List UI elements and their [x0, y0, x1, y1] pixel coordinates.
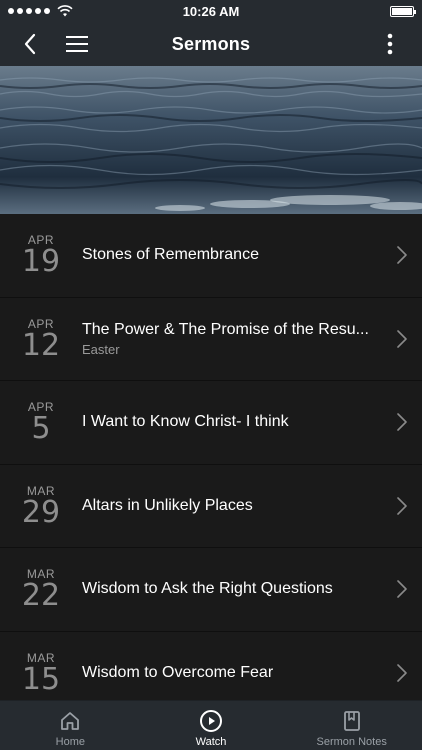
sermon-row[interactable]: MAR 15 Wisdom to Overcome Fear: [0, 631, 422, 700]
tab-home-label: Home: [55, 736, 85, 748]
sermon-day: 15: [21, 661, 61, 697]
sermon-info: Wisdom to Overcome Fear: [82, 663, 422, 683]
menu-button[interactable]: [55, 22, 99, 66]
sermon-day: 19: [21, 244, 61, 280]
sermon-day: 22: [21, 578, 61, 614]
wifi-icon: [57, 5, 73, 17]
sermon-title: Altars in Unlikely Places: [82, 496, 253, 514]
more-options-button[interactable]: [368, 22, 412, 66]
sermon-row[interactable]: APR 19 Stones of Remembrance: [0, 214, 422, 298]
sermon-info: Wisdom to Ask the Right Questions: [82, 579, 422, 599]
tab-sermon-notes-label: Sermon Notes: [316, 736, 387, 748]
sermon-row[interactable]: APR 12 The Power & The Promise of the Resu…: [0, 297, 422, 381]
tab-home[interactable]: Home: [0, 701, 141, 750]
play-circle-icon: [200, 710, 222, 732]
chevron-right-icon: [397, 580, 407, 599]
more-vertical-icon: [387, 33, 393, 55]
nav-bar: Sermons: [0, 22, 422, 66]
chevron-right-icon: [397, 329, 407, 348]
home-icon: [61, 712, 80, 730]
tab-watch[interactable]: Watch: [141, 701, 282, 750]
sermon-date: APR 12: [0, 317, 82, 361]
sermon-date: MAR 15: [0, 651, 82, 695]
sermon-info: The Power & The Promise of the Resu... Ea…: [82, 320, 422, 358]
sermon-date: MAR 22: [0, 567, 82, 611]
sermon-info: I Want to Know Christ- I think: [82, 412, 422, 432]
sermon-date: APR 5: [0, 400, 82, 444]
sermon-subtitle: Easter: [82, 341, 120, 357]
chevron-left-icon: [24, 33, 36, 55]
status-bar: 10:26 AM: [0, 0, 422, 22]
sermon-day: 12: [21, 327, 61, 363]
sermon-row[interactable]: MAR 22 Wisdom to Ask the Right Questions: [0, 548, 422, 632]
sermon-day: 29: [21, 494, 61, 530]
tab-watch-label: Watch: [195, 736, 227, 748]
tab-bar: Home Watch Sermon Notes: [0, 700, 422, 750]
sermon-title: Wisdom to Overcome Fear: [82, 663, 274, 681]
hero-image: [0, 66, 422, 214]
sermon-title: Wisdom to Ask the Right Questions: [82, 580, 333, 598]
sermon-info: Altars in Unlikely Places: [82, 496, 422, 516]
chevron-right-icon: [397, 496, 407, 515]
battery-icon: [390, 5, 416, 17]
sermon-title: I Want to Know Christ- I think: [82, 413, 289, 431]
sermon-info: Stones of Remembrance: [82, 245, 422, 265]
sermon-date: APR 19: [0, 233, 82, 277]
sermon-date: MAR 29: [0, 484, 82, 528]
chevron-right-icon: [397, 246, 407, 265]
sermon-title: Stones of Remembrance: [82, 246, 259, 264]
hamburger-menu-icon: [66, 36, 88, 52]
sermon-title: The Power & The Promise of the Resu...: [82, 320, 369, 338]
signal-strength-icon: [8, 5, 73, 17]
sermon-row[interactable]: MAR 29 Altars in Unlikely Places: [0, 464, 422, 548]
tab-sermon-notes[interactable]: Sermon Notes: [281, 701, 422, 750]
back-button[interactable]: [8, 22, 52, 66]
notebook-icon: [343, 711, 360, 731]
sermon-list: APR 19 Stones of Remembrance APR 12 The Power…: [0, 214, 422, 700]
sermon-day: 5: [31, 411, 51, 447]
chevron-right-icon: [397, 663, 407, 682]
sermon-row[interactable]: APR 5 I Want to Know Christ- I think: [0, 381, 422, 465]
chevron-right-icon: [397, 413, 407, 432]
